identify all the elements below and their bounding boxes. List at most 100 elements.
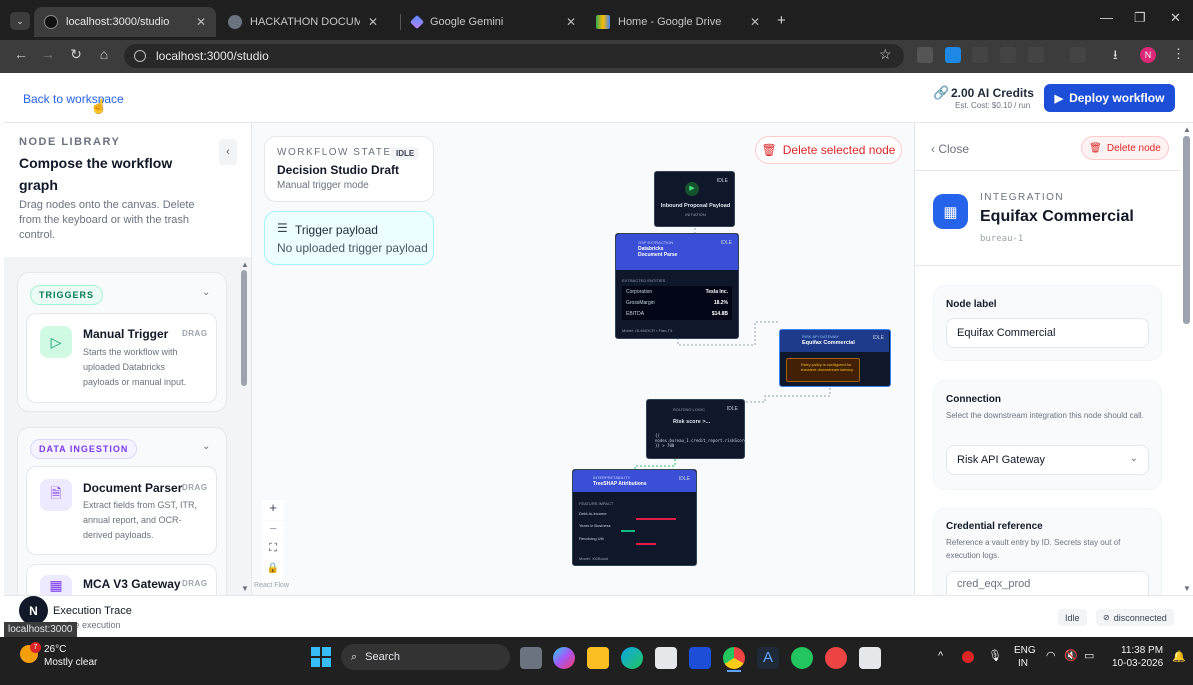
download-icon[interactable]: ⭳ <box>1113 46 1118 68</box>
tab-studio[interactable]: localhost:3000/studio ✕ <box>34 7 216 37</box>
browser-menu-icon[interactable]: ⋮ <box>1172 46 1185 62</box>
vscode-like-icon[interactable]: A <box>757 647 779 669</box>
node-title: Databricks Document Parse <box>638 246 678 258</box>
chrome-icon[interactable] <box>723 647 745 669</box>
site-info-icon[interactable] <box>134 50 146 62</box>
battery-icon[interactable]: ▭ <box>1084 649 1094 662</box>
lock-icon[interactable]: 🔒 <box>262 563 284 583</box>
windows-start-icon[interactable] <box>311 647 331 667</box>
avatar[interactable]: N <box>19 596 48 625</box>
zoom-out-button[interactable]: − <box>262 521 284 541</box>
reading-mode-icon[interactable] <box>1070 47 1086 63</box>
wifi-off-icon: ⊘ <box>1103 613 1110 622</box>
profile-avatar[interactable]: N <box>1140 47 1156 63</box>
snipping-tool-icon[interactable] <box>859 647 881 669</box>
execution-trace-title[interactable]: Execution Trace <box>53 605 132 617</box>
trash-icon: 🗑 <box>761 143 777 157</box>
tab-google-drive[interactable]: Home - Google Drive ✕ <box>586 7 770 37</box>
close-tab-icon[interactable]: ✕ <box>368 15 378 29</box>
extension-icon[interactable] <box>945 47 961 63</box>
scroll-up-arrow-icon[interactable]: ▲ <box>1183 125 1191 134</box>
security-icon[interactable] <box>962 651 974 663</box>
inspector-scrollbar[interactable] <box>1183 136 1190 324</box>
chevron-down-icon[interactable]: ⌄ <box>202 287 210 298</box>
spotify-icon[interactable] <box>791 647 813 669</box>
extensions-puzzle-icon[interactable] <box>1028 47 1044 63</box>
back-to-workspace-link[interactable]: Back to workspace <box>23 92 124 106</box>
extension-icon[interactable] <box>917 47 933 63</box>
tab-hackathon-docs[interactable]: HACKATHON DOCUMENTATION ✕ <box>218 7 388 37</box>
node-kind: ROUTING LOGIC <box>673 407 706 412</box>
forward-arrow-icon[interactable]: → <box>38 46 58 62</box>
zoom-in-button[interactable]: + <box>262 500 284 520</box>
flow-node-treeshap[interactable]: INTERPRETABILITY TreeSHAP Attributions I… <box>572 469 697 566</box>
back-arrow-icon[interactable]: ← <box>11 46 31 62</box>
notification-bell-icon[interactable]: 🔔 <box>1172 650 1186 663</box>
outlook-icon[interactable] <box>689 647 711 669</box>
taskbar-search[interactable]: ⌕ Search <box>341 644 510 670</box>
clock-time[interactable]: 11:38 PM <box>1121 645 1163 656</box>
minimize-icon[interactable]: — <box>1100 10 1113 25</box>
scroll-down-arrow-icon[interactable]: ▼ <box>1183 584 1191 593</box>
section-pill-data-ingestion[interactable]: DATA INGESTION <box>30 439 138 459</box>
url-text: localhost:3000/studio <box>156 49 269 63</box>
window-close-icon[interactable]: ✕ <box>1170 10 1181 26</box>
node-badge: IDLE <box>720 240 732 246</box>
tab-search-chevron-icon[interactable]: ⌄ <box>10 12 30 30</box>
store-icon[interactable] <box>655 647 677 669</box>
chevron-up-icon[interactable]: ^ <box>938 650 943 662</box>
run-state-pill: Idle <box>1058 609 1087 626</box>
trigger-payload-title: Trigger payload <box>295 223 378 237</box>
chevron-down-icon[interactable]: ⌄ <box>202 441 210 452</box>
deploy-workflow-button[interactable]: ▶ Deploy workflow <box>1044 84 1175 112</box>
delete-selected-node-button[interactable]: 🗑 Delete selected node <box>755 136 902 164</box>
temperature: 26°C <box>44 644 67 655</box>
close-inspector-button[interactable]: ‹ Close <box>931 142 969 156</box>
node-badge: IDLE <box>678 476 690 482</box>
delete-node-button[interactable]: 🗑 Delete node <box>1081 136 1169 160</box>
collapse-sidebar-button[interactable]: ‹ <box>219 139 237 165</box>
task-view-icon[interactable] <box>520 647 542 669</box>
fit-view-button[interactable]: ⛶ <box>262 542 284 562</box>
file-explorer-icon[interactable] <box>587 647 609 669</box>
app-icon[interactable] <box>825 647 847 669</box>
mouse-cursor-icon: ☝ <box>90 98 108 114</box>
node-label-input[interactable]: Equifax Commercial <box>946 318 1149 348</box>
close-tab-icon[interactable]: ✕ <box>566 15 576 29</box>
restore-icon[interactable]: ❐ <box>1134 10 1146 26</box>
close-tab-icon[interactable]: ✕ <box>196 15 206 29</box>
connection-select[interactable]: Risk API Gateway ⌄ <box>946 445 1149 475</box>
reload-icon[interactable]: ↻ <box>66 46 86 63</box>
bookmark-star-icon[interactable]: ☆ <box>879 46 892 63</box>
extension-icon[interactable] <box>972 47 988 63</box>
trigger-payload-card[interactable] <box>264 211 434 265</box>
flow-node-routing-logic[interactable]: ROUTING LOGIC Risk score >... IDLE {{ no… <box>646 399 747 459</box>
language-code[interactable]: ENG <box>1014 645 1036 656</box>
workflow-state-label: WORKFLOW STATE <box>277 147 392 158</box>
flow-node-inbound-payload[interactable]: ▶ IDLE Inbound Proposal Payload INITIATI… <box>654 171 735 227</box>
credential-input[interactable]: cred_eqx_prod <box>946 571 1149 595</box>
scroll-up-arrow-icon[interactable]: ▲ <box>241 260 249 269</box>
address-bar[interactable]: localhost:3000/studio <box>124 44 904 68</box>
new-tab-button[interactable]: + <box>777 12 786 29</box>
extension-icon[interactable] <box>1000 47 1016 63</box>
library-scrollbar[interactable] <box>241 270 247 386</box>
flow-node-equifax-commercial[interactable]: RISK API GATEWAY Equifax Commercial IDLE… <box>779 329 891 387</box>
node-kind: INTERPRETABILITY <box>593 475 631 480</box>
react-flow-attribution[interactable]: React Flow <box>254 582 289 589</box>
home-icon[interactable]: ⌂ <box>94 46 114 62</box>
entity-key: GrossMargin <box>626 300 655 306</box>
flow-node-document-parse[interactable]: GSP EXTRACTION Databricks Document Parse… <box>615 233 739 339</box>
scroll-down-arrow-icon[interactable]: ▼ <box>241 584 249 593</box>
section-pill-triggers[interactable]: TRIGGERS <box>30 285 104 305</box>
chevron-left-icon: ‹ <box>226 146 230 158</box>
tab-gemini[interactable]: Google Gemini ✕ <box>402 7 586 37</box>
close-tab-icon[interactable]: ✕ <box>750 15 760 29</box>
microphone-icon[interactable]: 🎙 <box>988 649 1002 662</box>
clock-date: 10-03-2026 <box>1112 658 1164 669</box>
edge-browser-icon[interactable] <box>621 647 643 669</box>
copilot-icon[interactable] <box>553 647 575 669</box>
wifi-icon[interactable]: ◠ <box>1046 649 1056 662</box>
volume-muted-icon[interactable]: 🔇 <box>1064 649 1078 662</box>
estimated-cost: Est. Cost: $0.10 / run <box>955 101 1031 110</box>
